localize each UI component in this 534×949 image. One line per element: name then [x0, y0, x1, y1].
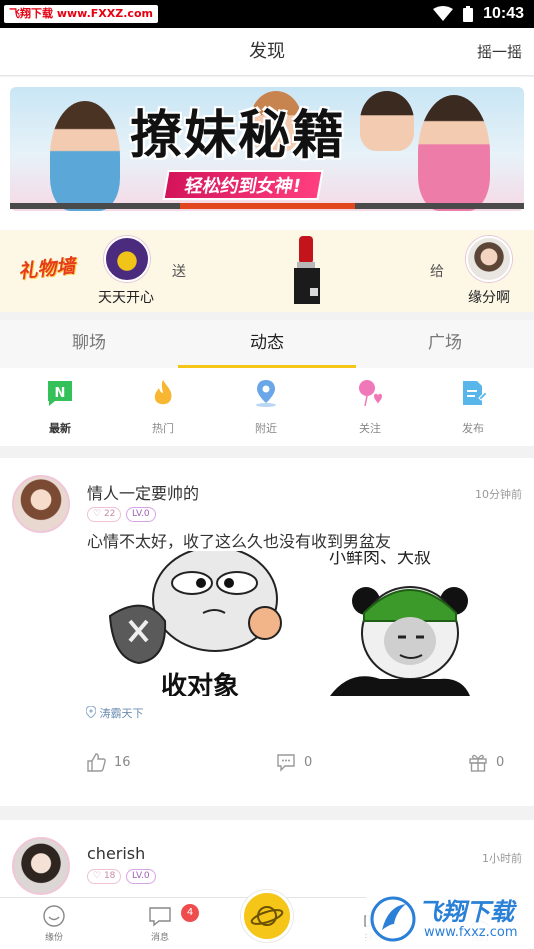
filter-publish[interactable]: 发布 — [421, 378, 525, 442]
site-logo-url: www.fxxz.com — [424, 925, 518, 940]
filter-hot[interactable]: 热门 — [111, 378, 215, 442]
nav-discover-center[interactable] — [241, 890, 293, 942]
clock: 10:43 — [483, 5, 524, 22]
heart-count-badge: ♡ 22 — [87, 507, 122, 522]
lipstick-gift-icon — [294, 236, 320, 304]
tab-square[interactable]: 广场 — [356, 320, 534, 368]
banner-model-3 — [360, 91, 414, 151]
gift-icon — [469, 754, 487, 772]
receiver-name[interactable]: 缘分啊 — [468, 287, 510, 307]
post-avatar[interactable] — [12, 475, 70, 533]
chat-bubble-icon — [148, 904, 172, 928]
level-badge: LV.0 — [126, 869, 156, 884]
tab-moments[interactable]: 动态 — [178, 320, 356, 368]
tab-chat[interactable]: 聊场 — [0, 320, 178, 368]
promo-banner[interactable]: 撩妹秘籍 轻松约到女神! — [10, 87, 524, 211]
comment-icon — [277, 754, 295, 772]
status-bar: 飞翔下载 www.FXXZ.com 10:43 — [0, 0, 534, 28]
svg-text:N: N — [55, 386, 66, 401]
sender-name[interactable]: 天天开心 — [98, 287, 154, 307]
post-image[interactable]: 收对象 小鲜肉、大叔 — [105, 551, 470, 696]
svg-text:收对象: 收对象 — [161, 671, 239, 696]
gift-button[interactable]: 0 — [468, 750, 504, 774]
post-avatar[interactable] — [12, 837, 70, 895]
level-badge: LV.0 — [126, 507, 156, 522]
filter-latest[interactable]: N 最新 — [8, 378, 112, 442]
site-logo-text: 飞翔下载 — [418, 898, 514, 926]
top-header: 发现 摇一摇 — [0, 28, 534, 76]
post-username[interactable]: 情人一定要帅的 — [87, 480, 199, 504]
gift-wall-logo: 礼物墙 — [17, 255, 77, 283]
svg-text:小鲜肉、大叔: 小鲜肉、大叔 — [329, 551, 431, 568]
planet-icon — [250, 906, 284, 926]
banner-indicator-active — [180, 203, 355, 209]
fxxz-logo-icon — [370, 896, 416, 942]
shake-button[interactable]: 摇一摇 — [477, 28, 522, 76]
post-time: 10分钟前 — [475, 488, 522, 501]
content-tabs: 聊场 动态 广场 — [0, 320, 534, 368]
battery-icon — [463, 6, 474, 22]
page-title: 发现 — [249, 41, 285, 62]
send-word: 送 — [172, 264, 186, 280]
thumbs-up-icon — [87, 753, 106, 772]
banner-title: 撩妹秘籍 — [130, 106, 347, 166]
like-button[interactable]: 16 — [86, 750, 131, 774]
post-time: 1小时前 — [482, 852, 522, 865]
meme-face-left: 收对象 — [105, 551, 290, 696]
new-icon: N — [45, 378, 75, 408]
filter-bar: N 最新 热门 附近 关注 发布 — [0, 368, 534, 446]
heart-balloon-icon — [355, 378, 385, 408]
filter-nearby[interactable]: 附近 — [214, 378, 318, 442]
sender-avatar[interactable] — [104, 236, 150, 282]
banner-subtitle: 轻松约到女神! — [162, 170, 324, 200]
post-text: 心情不太好，收了这么久也没有收到男盆友 — [87, 532, 392, 551]
flame-icon — [148, 378, 178, 408]
banner-indicator — [10, 203, 524, 209]
wifi-icon — [433, 6, 454, 21]
location-pin-icon — [251, 378, 281, 408]
heart-count-badge: ♡ 18 — [87, 869, 122, 884]
smile-icon — [42, 904, 66, 928]
nav-fate[interactable]: 缘份 — [14, 904, 94, 943]
comment-button[interactable]: 0 — [276, 750, 312, 774]
gift-wall-bar[interactable]: 礼物墙 天天开心 送 给 缘分啊 — [0, 230, 534, 312]
location-marker-icon — [85, 705, 97, 719]
message-count-badge: 4 — [181, 904, 199, 922]
post-username[interactable]: cherish — [87, 844, 145, 863]
watermark: 飞翔下载 www.FXXZ.com — [4, 5, 158, 23]
site-watermark-logo: 飞翔下载 www.fxxz.com — [366, 888, 534, 949]
post-card[interactable]: 情人一定要帅的 10分钟前 ♡ 22 LV.0 心情不太好，收了这么久也没有收到… — [0, 458, 534, 806]
filter-following[interactable]: 关注 — [318, 378, 422, 442]
receiver-avatar[interactable] — [466, 236, 512, 282]
post-location[interactable]: 涛霸天下 — [85, 705, 144, 721]
banner-model-1 — [50, 101, 120, 211]
banner-model-4 — [418, 95, 490, 211]
banner-section: 撩妹秘籍 轻松约到女神! — [0, 77, 534, 230]
give-word: 给 — [430, 264, 444, 280]
edit-document-icon — [458, 378, 488, 408]
meme-face-right: 小鲜肉、大叔 — [290, 551, 470, 696]
